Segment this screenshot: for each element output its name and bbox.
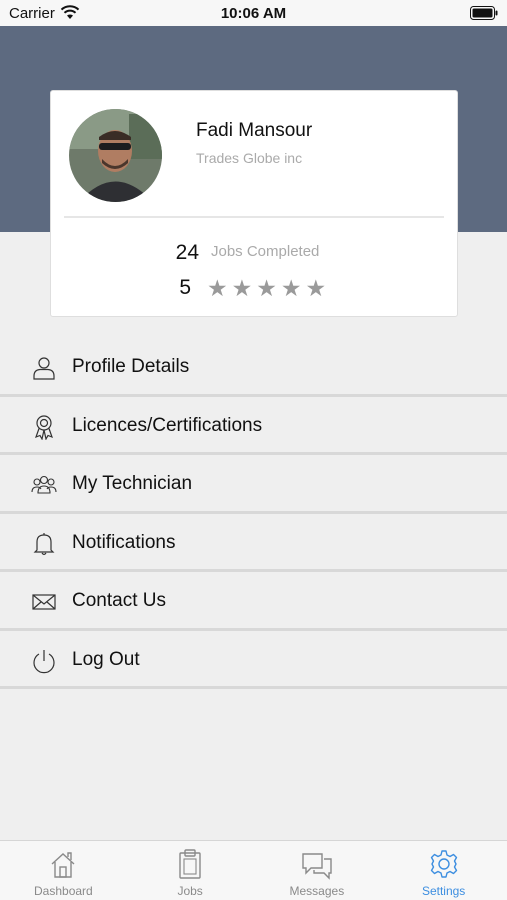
- card-divider: [64, 216, 444, 218]
- menu-item-notifications[interactable]: Notifications: [0, 514, 507, 572]
- chat-icon: [302, 853, 332, 880]
- profile-card: Fadi Mansour Trades Globe inc 24 Jobs Co…: [50, 90, 458, 317]
- menu-item-licences[interactable]: Licences/Certifications: [0, 397, 507, 455]
- menu-item-my-technician[interactable]: My Technician: [0, 455, 507, 514]
- company-name: Trades Globe inc: [196, 150, 303, 166]
- tab-settings[interactable]: Settings: [380, 841, 507, 900]
- home-icon: [51, 852, 75, 878]
- profile-name: Fadi Mansour: [196, 120, 313, 141]
- battery-icon: [470, 6, 498, 20]
- avatar-photo: [69, 109, 162, 202]
- jobs-completed-count: 24: [175, 241, 199, 264]
- tab-messages[interactable]: Messages: [254, 841, 381, 900]
- tab-jobs[interactable]: Jobs: [127, 841, 254, 900]
- person-icon: [33, 357, 55, 380]
- envelope-icon: [32, 594, 56, 610]
- star-rating: ★★★★★: [207, 275, 331, 301]
- jobs-completed-label: Jobs Completed: [211, 243, 320, 260]
- menu-label: Contact Us: [72, 590, 166, 611]
- power-icon: [33, 649, 55, 673]
- rating-value: 5: [179, 276, 191, 299]
- menu-item-profile-details[interactable]: Profile Details: [0, 338, 507, 397]
- menu-label: Log Out: [72, 648, 140, 670]
- tab-label: Dashboard: [34, 884, 93, 898]
- menu-label: Notifications: [72, 531, 176, 553]
- menu-label: My Technician: [72, 473, 193, 494]
- status-bar: Carrier 10:06 AM: [0, 0, 507, 26]
- tab-bar: Dashboard Jobs Messages Settings: [0, 840, 507, 900]
- tab-label: Jobs: [177, 884, 203, 898]
- menu-item-log-out[interactable]: Log Out: [0, 631, 507, 689]
- bell-icon: [33, 532, 55, 555]
- menu-item-contact-us[interactable]: Contact Us: [0, 572, 507, 631]
- settings-menu: Profile Details Licences/Certifications …: [0, 338, 507, 689]
- tab-dashboard[interactable]: Dashboard: [0, 841, 127, 900]
- tab-label: Messages: [289, 884, 345, 898]
- group-icon: [31, 475, 57, 494]
- menu-label: Profile Details: [72, 356, 190, 377]
- gear-icon: [430, 850, 457, 878]
- tab-label: Settings: [421, 884, 466, 898]
- status-time: 10:06 AM: [220, 5, 287, 22]
- award-icon: [35, 414, 53, 440]
- avatar[interactable]: [69, 109, 162, 202]
- clipboard-icon: [179, 849, 201, 879]
- menu-label: Licences/Certifications: [72, 414, 263, 436]
